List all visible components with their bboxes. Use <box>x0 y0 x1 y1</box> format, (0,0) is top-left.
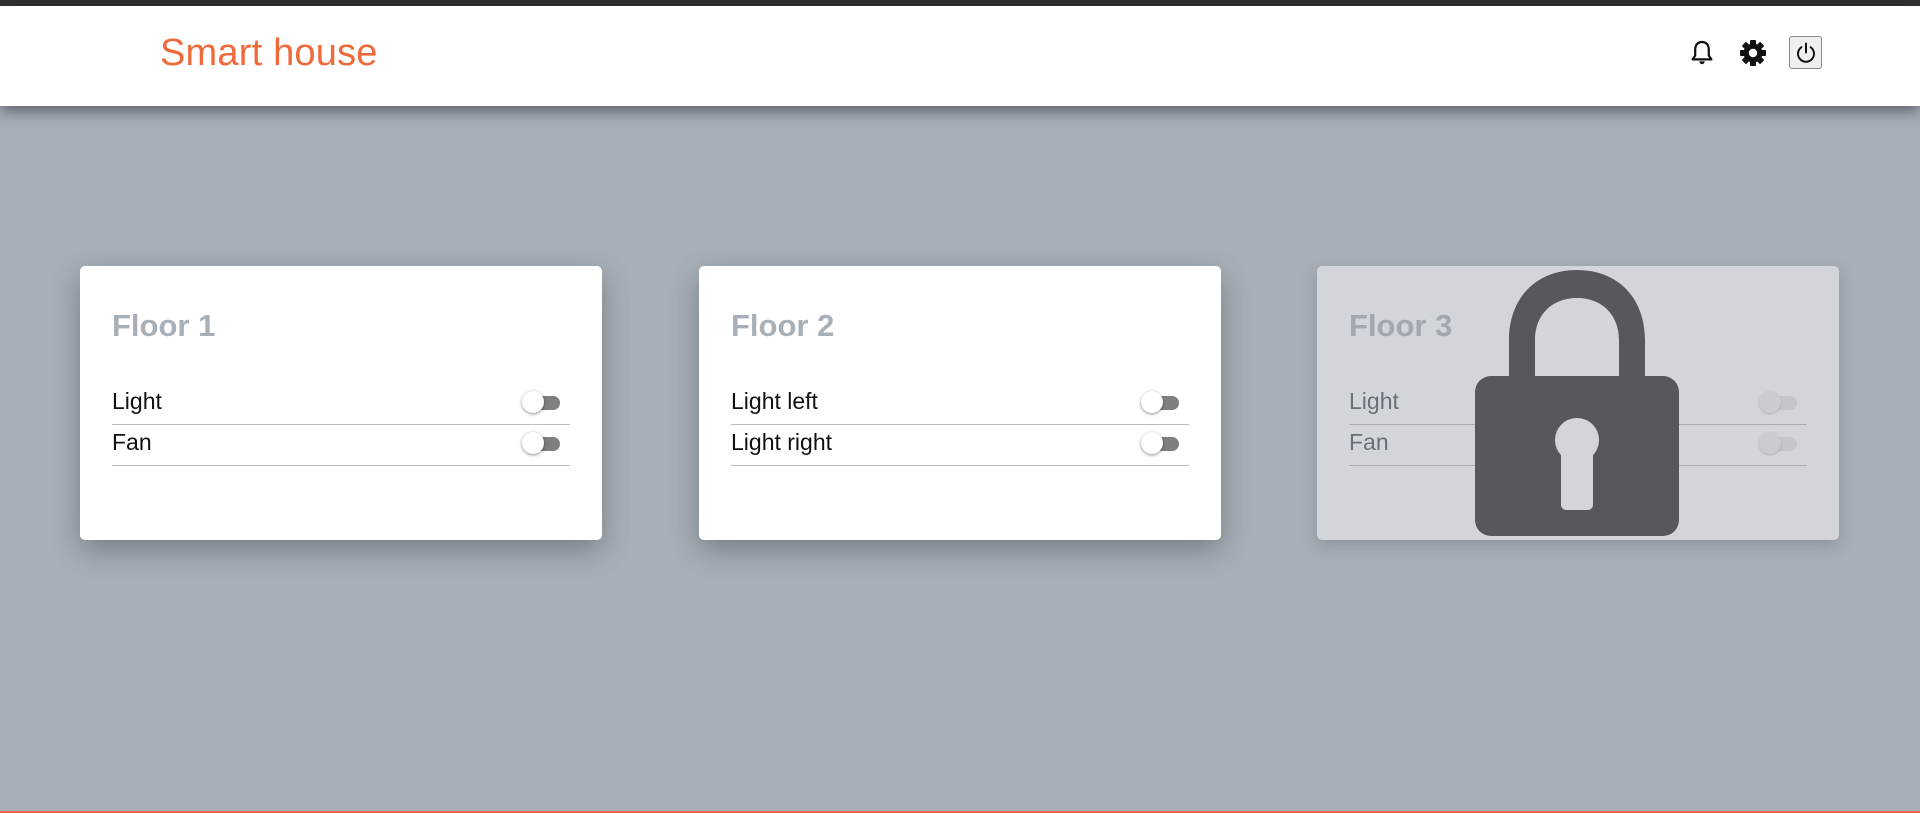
gear-icon <box>1740 40 1766 66</box>
app-header: Smart house <box>0 6 1920 106</box>
device-label: Fan <box>1349 429 1389 455</box>
power-button[interactable] <box>1789 36 1822 69</box>
power-icon <box>1796 42 1815 63</box>
toggle-thumb <box>522 432 544 454</box>
floor-title: Floor 3 <box>1349 308 1453 343</box>
toggle-thumb <box>522 391 544 413</box>
device-toggle[interactable] <box>522 432 560 454</box>
floor-card-locked: Floor 3 Light Fan <box>1317 266 1839 540</box>
floor-title: Floor 1 <box>112 308 216 343</box>
device-label: Light <box>1349 388 1399 414</box>
device-label: Light left <box>731 388 818 414</box>
device-toggle[interactable] <box>1141 391 1179 413</box>
device-label: Light <box>112 388 162 414</box>
device-list: Light Fan <box>112 384 570 466</box>
device-toggle[interactable] <box>1141 432 1179 454</box>
device-row: Light left <box>731 384 1189 425</box>
device-row: Light right <box>731 425 1189 466</box>
floor-card: Floor 2 Light left Light right <box>699 266 1221 540</box>
device-row: Light <box>1349 384 1807 425</box>
toggle-thumb <box>1141 432 1163 454</box>
device-label: Fan <box>112 429 152 455</box>
bell-icon <box>1691 40 1713 65</box>
notifications-button[interactable] <box>1685 36 1719 70</box>
toggle-thumb <box>1759 391 1781 413</box>
device-list: Light Fan <box>1349 384 1807 466</box>
device-toggle-disabled <box>1759 391 1797 413</box>
device-row: Fan <box>112 425 570 466</box>
settings-button[interactable] <box>1736 36 1770 70</box>
toggle-thumb <box>1141 391 1163 413</box>
floor-title: Floor 2 <box>731 308 835 343</box>
device-row: Fan <box>1349 425 1807 466</box>
toggle-thumb <box>1759 432 1781 454</box>
app-title: Smart house <box>160 32 378 74</box>
device-row: Light <box>112 384 570 425</box>
device-toggle-disabled <box>1759 432 1797 454</box>
device-label: Light right <box>731 429 833 455</box>
floor-card: Floor 1 Light Fan <box>80 266 602 540</box>
device-list: Light left Light right <box>731 384 1189 466</box>
device-toggle[interactable] <box>522 391 560 413</box>
